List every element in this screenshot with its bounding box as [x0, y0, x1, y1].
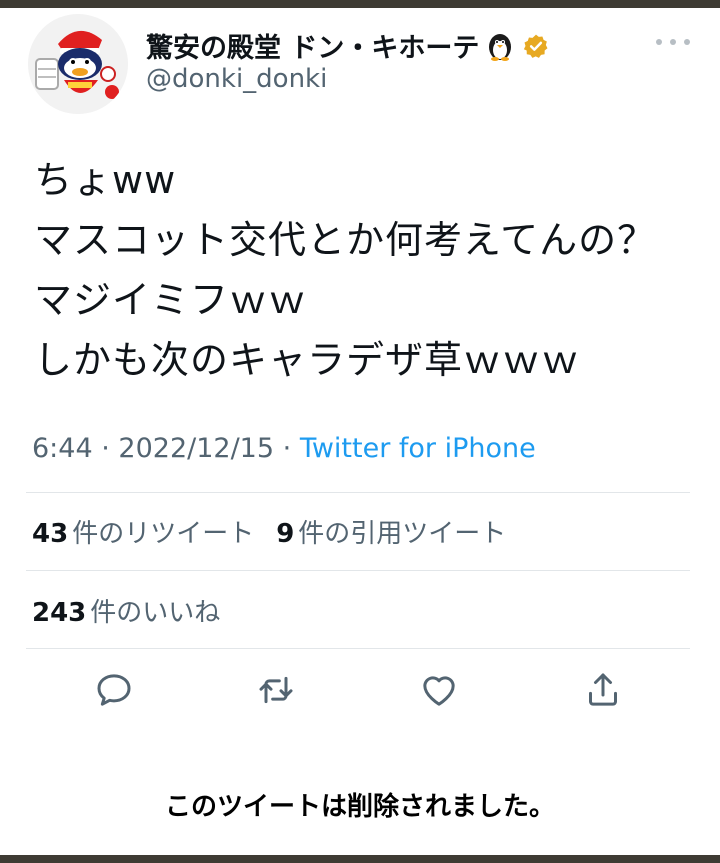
avatar[interactable] — [28, 14, 128, 114]
tweet-line: マジイミフｗｗ — [34, 278, 308, 322]
likes-count: 243 — [32, 598, 87, 628]
retweet-stats-row: 43 件のリツイート 9 件の引用ツイート — [32, 513, 506, 550]
reply-button[interactable] — [94, 670, 134, 710]
retweets-link[interactable]: 43 件のリツイート — [32, 519, 254, 549]
share-icon — [589, 673, 617, 706]
tweet-line: ちょww — [34, 158, 177, 202]
tweet-date[interactable]: 2022/12/15 — [118, 433, 274, 464]
quotes-label: 件の引用ツイート — [298, 519, 507, 549]
retweets-label: 件のリツイート — [72, 519, 255, 549]
reply-icon — [97, 674, 131, 706]
tweet-line: マスコット交代とか何考えてんの？ — [34, 218, 657, 262]
likes-label: 件のいいね — [90, 598, 221, 628]
share-button[interactable] — [583, 670, 623, 710]
tweet-meta: 6:44 · 2022/12/15 · Twitter for iPhone — [32, 433, 536, 464]
user-handle[interactable]: @donki_donki — [146, 64, 327, 94]
divider — [26, 570, 690, 571]
like-button[interactable] — [419, 670, 459, 710]
tweet-line: しかも次のキャラデザ草ｗｗｗ — [34, 338, 581, 382]
tweet-text: ちょww マスコット交代とか何考えてんの？ マジイミフｗｗ しかも次のキャラデザ… — [34, 150, 694, 390]
display-name[interactable]: 驚安の殿堂 ドン・キホーテ — [146, 26, 479, 65]
likes-link[interactable]: 243 件のいいね — [32, 598, 220, 628]
quotes-count: 9 — [276, 519, 295, 549]
donpen-avatar-image — [28, 14, 128, 114]
deleted-tweet-notice: このツイートは削除されました。 — [164, 792, 555, 822]
top-frame-edge — [0, 0, 720, 8]
tweet-source-link[interactable]: Twitter for iPhone — [300, 433, 536, 464]
tweet-time[interactable]: 6:44 — [32, 433, 93, 464]
display-name-row[interactable]: 驚安の殿堂 ドン・キホーテ — [146, 26, 549, 65]
retweet-icon — [259, 676, 293, 704]
retweets-count: 43 — [32, 519, 69, 549]
verified-badge-icon[interactable] — [523, 33, 549, 59]
more-dot-icon — [656, 39, 662, 45]
more-dot-icon — [684, 39, 690, 45]
likes-stats-row: 243 件のいいね — [32, 592, 220, 629]
quotes-link[interactable]: 9 件の引用ツイート — [276, 519, 506, 549]
bottom-frame-edge — [0, 855, 720, 863]
penguin-icon — [489, 33, 512, 61]
meta-separator: · — [101, 433, 110, 464]
meta-separator: · — [282, 433, 292, 464]
divider — [26, 492, 690, 493]
more-dot-icon — [670, 39, 676, 45]
more-options-button[interactable] — [656, 30, 690, 54]
divider — [26, 648, 690, 649]
retweet-button[interactable] — [256, 670, 296, 710]
like-icon — [423, 676, 455, 706]
